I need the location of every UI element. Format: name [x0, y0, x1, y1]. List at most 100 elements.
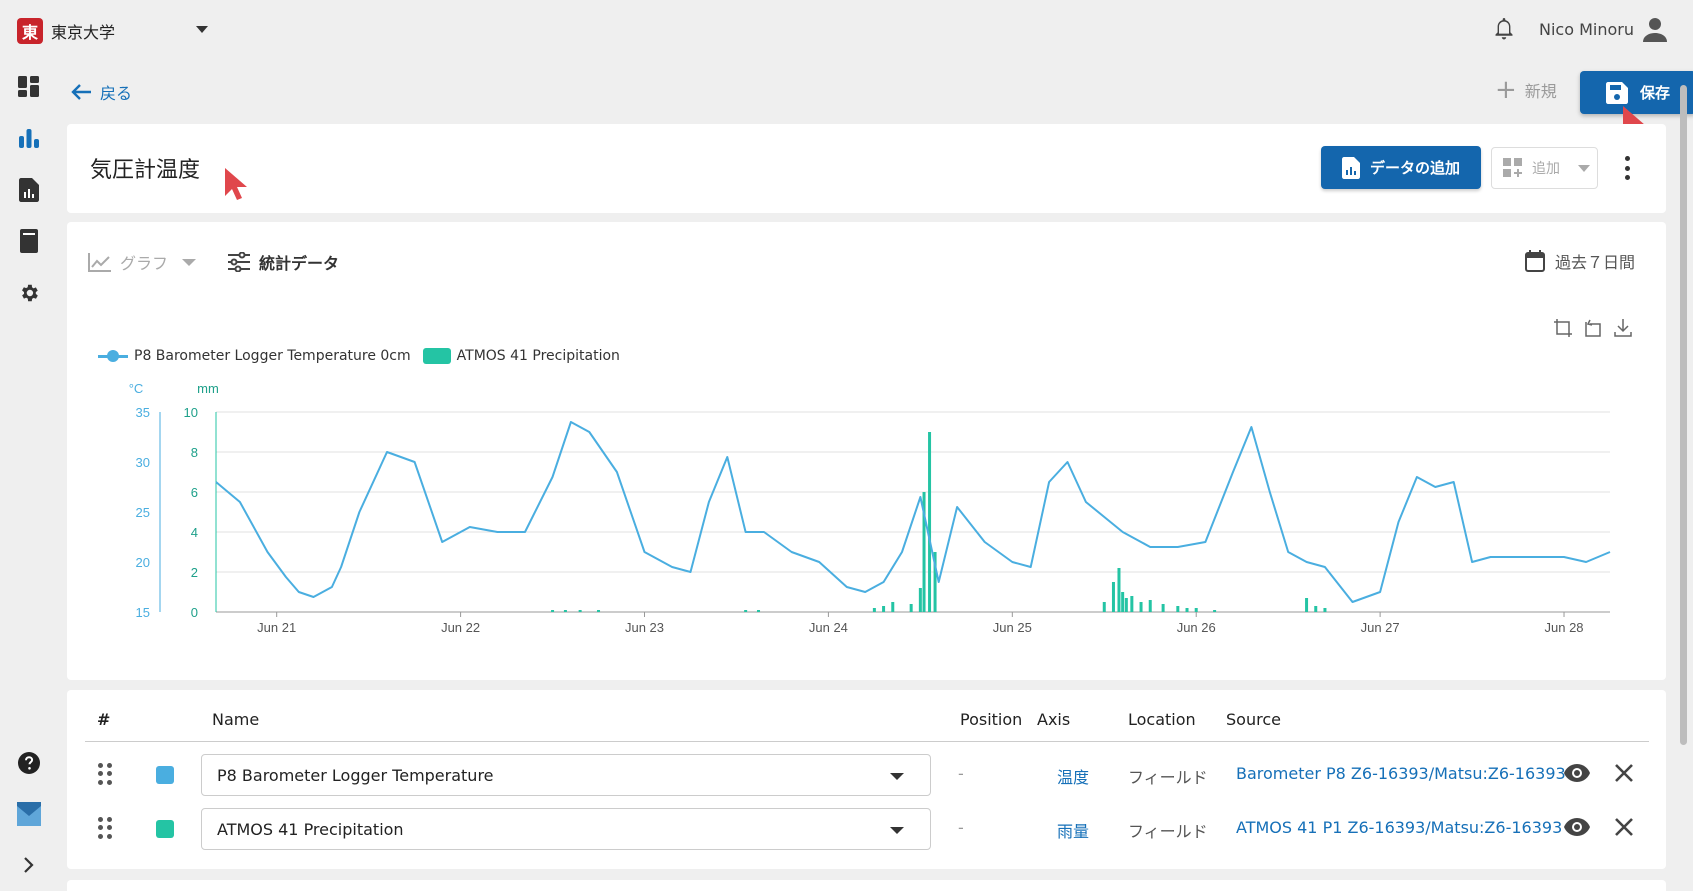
line-chart-icon — [88, 253, 111, 272]
series-source-link[interactable]: Barometer P8 Z6-16393/Matsu:Z6-16393 — [1236, 764, 1566, 783]
add-data-button[interactable]: データの追加 — [1321, 146, 1481, 189]
plus-icon: + — [1495, 75, 1517, 105]
y-right-tick-label: 8 — [191, 445, 198, 460]
precipitation-bar — [1130, 596, 1134, 612]
precipitation-bar — [1185, 608, 1189, 612]
remove-series-close-icon[interactable] — [1614, 817, 1634, 837]
bell-icon[interactable] — [1492, 16, 1516, 42]
precipitation-bar — [1124, 598, 1128, 612]
series-color-swatch[interactable] — [156, 820, 174, 838]
precipitation-bar — [1213, 610, 1217, 612]
x-tick-label: Jun 25 — [993, 620, 1032, 635]
precipitation-bar — [1323, 608, 1327, 612]
save-label: 保存 — [1639, 84, 1670, 102]
x-tick-label: Jun 21 — [257, 620, 296, 635]
scrollbar-thumb[interactable] — [1680, 85, 1687, 745]
drag-handle-icon[interactable] — [98, 817, 112, 839]
org-switcher[interactable]: 東 東京大学 — [17, 18, 115, 44]
date-range-picker[interactable]: 過去７日間 — [1525, 249, 1635, 273]
series-color-swatch[interactable] — [156, 766, 174, 784]
series-position: - — [958, 764, 964, 783]
sliders-icon — [228, 252, 250, 272]
precipitation-bar — [872, 608, 876, 612]
add-widget-icon — [1503, 158, 1522, 177]
precipitation-bar — [882, 606, 886, 612]
temperature-line — [215, 421, 1611, 603]
col-location: Location — [1128, 710, 1196, 729]
precipitation-bar — [551, 610, 555, 612]
download-icon[interactable] — [1613, 318, 1633, 338]
org-dropdown-caret-icon[interactable] — [196, 26, 208, 33]
expand-sidebar-chevron-icon[interactable] — [16, 852, 42, 878]
precipitation-bar — [918, 588, 922, 612]
col-axis: Axis — [1037, 710, 1071, 729]
series-name-value: P8 Barometer Logger Temperature — [217, 765, 494, 785]
add-widget-label: 追加 — [1532, 161, 1560, 177]
col-source: Source — [1226, 710, 1281, 729]
visibility-eye-icon[interactable] — [1563, 762, 1591, 784]
statistics-button[interactable]: 統計データ — [227, 250, 339, 274]
legend-series1[interactable]: P8 Barometer Logger Temperature 0cm — [134, 348, 411, 364]
next-card — [67, 880, 1666, 891]
statistics-label: 統計データ — [259, 254, 340, 273]
drag-handle-icon[interactable] — [98, 763, 112, 785]
series-name-select[interactable]: ATMOS 41 Precipitation — [201, 808, 931, 850]
remove-series-close-icon[interactable] — [1614, 763, 1634, 783]
precipitation-bar — [1148, 600, 1152, 612]
header-divider — [85, 741, 1649, 742]
chart-type-dropdown[interactable]: グラフ — [88, 250, 197, 274]
y-left-tick-label: 30 — [136, 455, 150, 470]
legend-bar-marker[interactable] — [422, 348, 451, 364]
chart-plot[interactable]: 0 2 4 6 8 10 15 20 25 30 35 °C mm Jun 21 Jun 22 Jun 23 J… — [80, 375, 1640, 645]
y-left-tick-label: 25 — [136, 505, 150, 520]
series-position: - — [958, 818, 964, 837]
user-avatar-icon[interactable] — [1641, 16, 1669, 44]
help-icon[interactable] — [16, 750, 42, 776]
series-axis-link[interactable]: 雨量 — [1057, 818, 1089, 842]
legend-line-marker[interactable] — [98, 349, 128, 362]
chart-type-label: グラフ — [120, 254, 169, 273]
charts-icon[interactable] — [16, 125, 42, 151]
caret-down-icon — [890, 773, 904, 780]
chart-tools — [1553, 318, 1633, 338]
add-widget-dropdown[interactable]: 追加 — [1491, 147, 1598, 189]
report-icon[interactable] — [16, 177, 42, 203]
dashboard-icon[interactable] — [16, 74, 42, 100]
x-tick-label: Jun 22 — [441, 620, 480, 635]
back-link[interactable]: 戻る — [70, 80, 132, 104]
report-icon — [1341, 156, 1360, 179]
y-left-tick-label: 15 — [136, 605, 150, 620]
series-name-select[interactable]: P8 Barometer Logger Temperature — [201, 754, 931, 796]
series-source-link[interactable]: ATMOS 41 P1 Z6-16393/Matsu:Z6-16393 — [1236, 818, 1562, 837]
user-name[interactable]: Nico Minoru — [1539, 20, 1634, 39]
precipitation-bar — [578, 610, 582, 612]
precipitation-bar — [1305, 598, 1309, 612]
legend-series2[interactable]: ATMOS 41 Precipitation — [457, 348, 620, 364]
col-index: # — [97, 710, 111, 729]
date-range-label: 過去７日間 — [1555, 253, 1636, 272]
caret-down-icon — [890, 827, 904, 834]
new-button[interactable]: + 新規 — [1495, 75, 1557, 105]
org-name: 東京大学 — [51, 23, 116, 42]
precipitation-bar — [1139, 602, 1143, 612]
page-title[interactable]: 気圧計温度 — [90, 152, 200, 184]
y-right-tick-label: 10 — [184, 405, 198, 420]
arrow-left-icon — [71, 84, 91, 100]
zoom-area-icon[interactable] — [1553, 318, 1573, 338]
settings-gear-icon[interactable] — [16, 280, 42, 306]
y-right-tick-label: 4 — [191, 525, 198, 540]
zoom-reset-icon[interactable] — [1583, 318, 1603, 338]
series-axis-link[interactable]: 温度 — [1057, 764, 1089, 788]
precipitation-bar — [1111, 582, 1115, 612]
visibility-eye-icon[interactable] — [1563, 816, 1591, 838]
precipitation-bar — [1121, 592, 1125, 612]
book-icon[interactable] — [16, 228, 42, 254]
mouse-pointer-icon — [225, 168, 247, 200]
precipitation-bar — [1117, 568, 1121, 612]
floppy-disk-icon — [1605, 81, 1628, 104]
more-options-icon[interactable] — [1622, 156, 1632, 180]
precipitation-bar — [1314, 606, 1318, 612]
series-location: フィールド — [1128, 768, 1208, 787]
brand-logo-icon[interactable] — [16, 801, 42, 827]
precipitation-bar — [757, 610, 761, 612]
